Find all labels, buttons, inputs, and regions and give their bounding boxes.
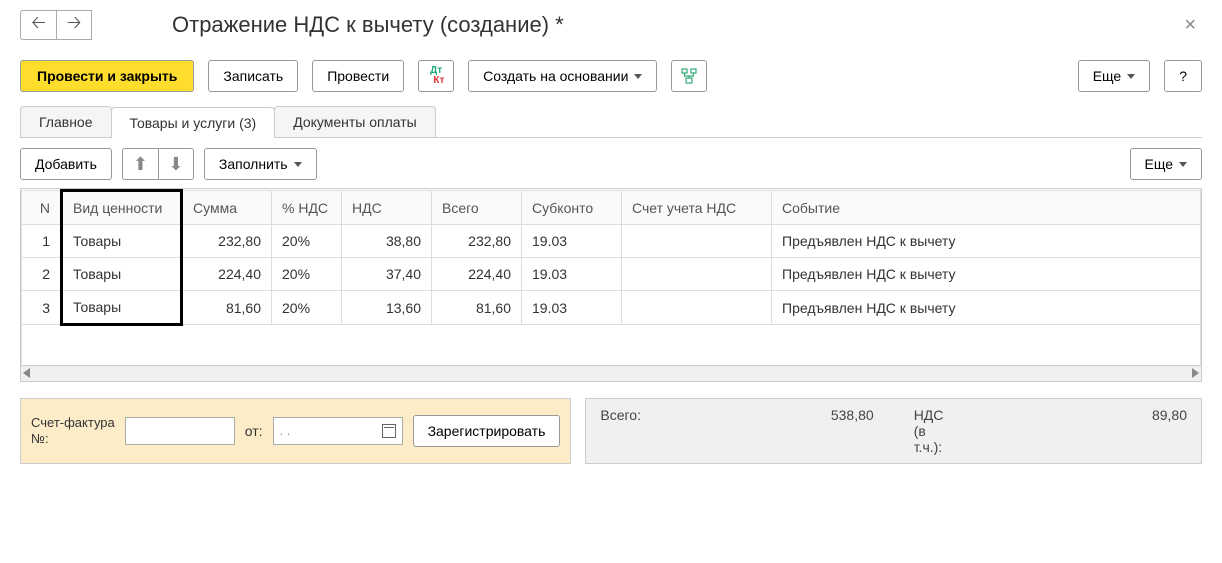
dtkt-button[interactable]: Дт Кт (418, 60, 454, 92)
calendar-icon[interactable] (382, 424, 396, 438)
table-header-row: N Вид ценности Сумма % НДС НДС Всего Суб… (22, 191, 1201, 225)
col-sum[interactable]: Сумма (182, 191, 272, 225)
scroll-left-icon (23, 368, 30, 378)
chevron-down-icon (634, 74, 642, 79)
add-button[interactable]: Добавить (20, 148, 112, 180)
post-and-close-button[interactable]: Провести и закрыть (20, 60, 194, 92)
col-event[interactable]: Событие (772, 191, 1201, 225)
invoice-number-input[interactable] (125, 417, 235, 445)
invoice-date-input[interactable]: . . (273, 417, 403, 445)
col-sub[interactable]: Субконто (522, 191, 622, 225)
col-total[interactable]: Всего (432, 191, 522, 225)
create-based-on-button[interactable]: Создать на основании (468, 60, 657, 92)
totals-panel: Всего: 538,80 НДС (в т.ч.): 89,80 (585, 398, 1202, 464)
col-pct[interactable]: % НДС (272, 191, 342, 225)
post-button[interactable]: Провести (312, 60, 404, 92)
move-up-button[interactable]: ⬆ (122, 148, 158, 180)
table-row[interactable]: 2 Товары 224,40 20% 37,40 224,40 19.03 П… (22, 258, 1201, 291)
tab-main[interactable]: Главное (20, 106, 112, 137)
fill-button[interactable]: Заполнить (204, 148, 317, 180)
table-row[interactable]: 1 Товары 232,80 20% 38,80 232,80 19.03 П… (22, 225, 1201, 258)
close-icon[interactable]: × (1178, 14, 1202, 37)
structure-button[interactable] (671, 60, 707, 92)
register-button[interactable]: Зарегистрировать (413, 415, 561, 447)
col-type[interactable]: Вид ценности (62, 191, 182, 225)
invoice-number-label: Счет-фактура №: (31, 415, 115, 446)
nav-forward-button[interactable]: 🡢 (56, 10, 92, 40)
save-button[interactable]: Записать (208, 60, 298, 92)
dtkt-icon: Дт Кт (428, 66, 445, 86)
vat-value: 89,80 (1152, 407, 1187, 423)
page-title: Отражение НДС к вычету (создание) * (172, 12, 564, 38)
goods-table: N Вид ценности Сумма % НДС НДС Всего Суб… (20, 188, 1202, 382)
nav-back-button[interactable]: 🡠 (20, 10, 56, 40)
total-value: 538,80 (831, 407, 874, 423)
hierarchy-icon (680, 67, 698, 85)
vat-label: НДС (в т.ч.): (914, 407, 944, 455)
move-down-button[interactable]: ⬇ (158, 148, 194, 180)
tab-payments[interactable]: Документы оплаты (274, 106, 436, 137)
chevron-down-icon (1127, 74, 1135, 79)
col-n[interactable]: N (22, 191, 62, 225)
help-button[interactable]: ? (1164, 60, 1202, 92)
table-empty-area (22, 325, 1201, 365)
tab-goods[interactable]: Товары и услуги (3) (111, 107, 276, 138)
table-more-button[interactable]: Еще (1130, 148, 1203, 180)
chevron-down-icon (294, 162, 302, 167)
invoice-panel: Счет-фактура №: от: . . Зарегистрировать (20, 398, 571, 464)
more-button[interactable]: Еще (1078, 60, 1151, 92)
total-label: Всего: (600, 407, 641, 423)
chevron-down-icon (1179, 162, 1187, 167)
table-row[interactable]: 3 Товары 81,60 20% 13,60 81,60 19.03 Пре… (22, 291, 1201, 325)
col-acct[interactable]: Счет учета НДС (622, 191, 772, 225)
col-vat[interactable]: НДС (342, 191, 432, 225)
horizontal-scrollbar[interactable] (21, 365, 1201, 381)
invoice-from-label: от: (245, 423, 263, 439)
scroll-right-icon (1192, 368, 1199, 378)
